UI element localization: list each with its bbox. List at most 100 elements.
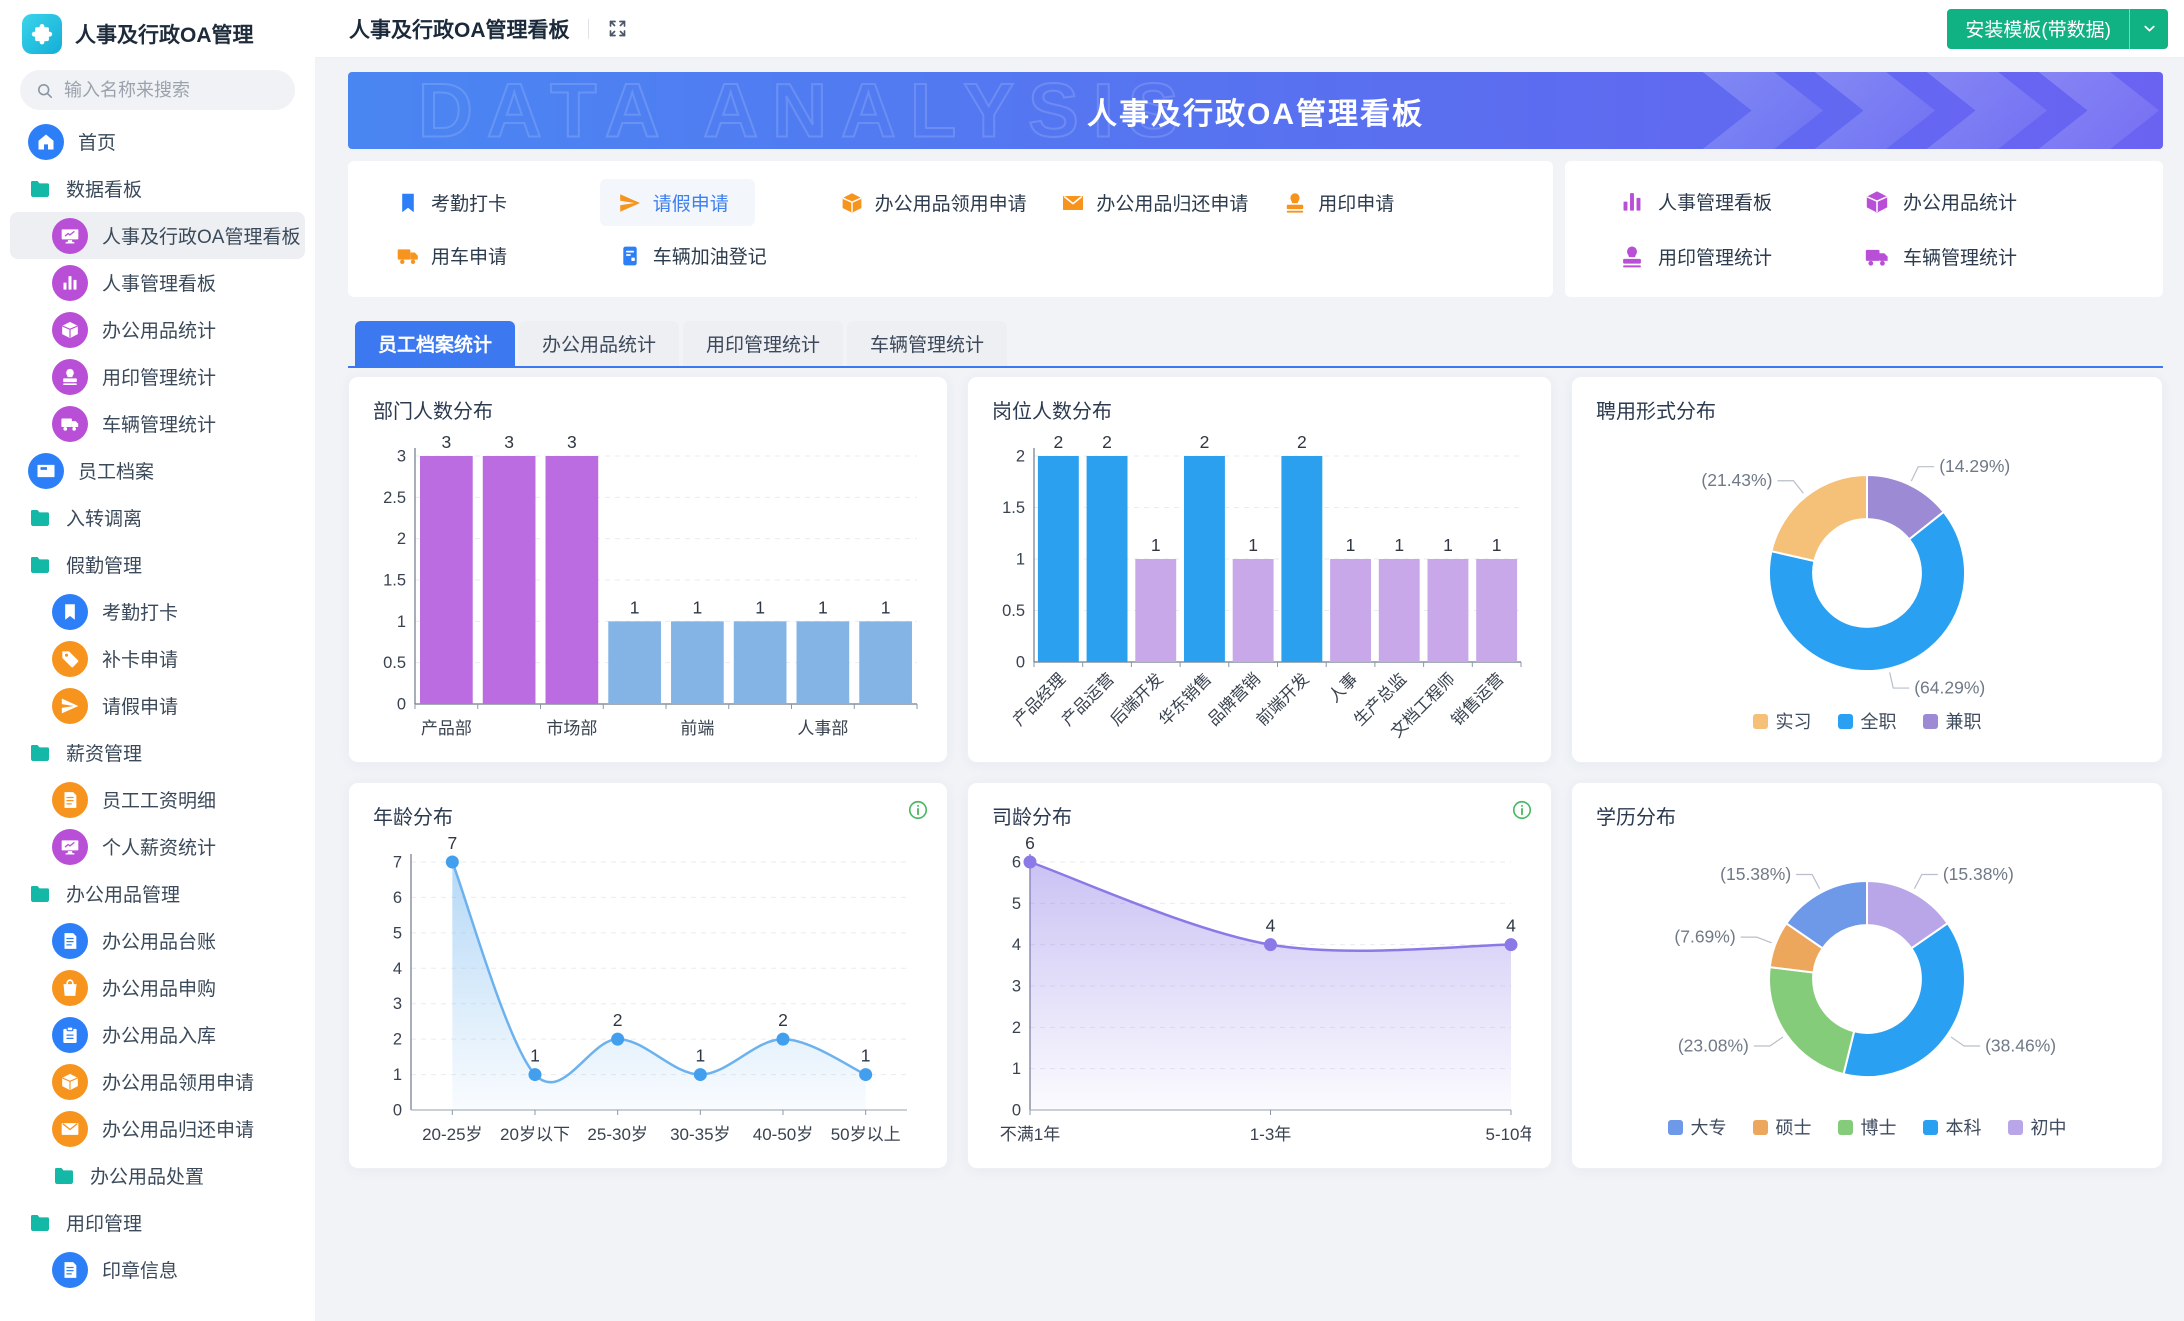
line-chart: 0123456771212120-25岁20岁以下25-30岁30-35岁40-… <box>369 836 927 1156</box>
svg-text:1: 1 <box>695 1046 705 1066</box>
tab[interactable]: 用印管理统计 <box>683 321 843 366</box>
sidebar-item-label: 薪资管理 <box>66 739 142 766</box>
sidebar-item[interactable]: 办公用品统计 <box>10 306 305 353</box>
legend-item[interactable]: 实习 <box>1753 708 1812 734</box>
truck-icon <box>1864 244 1890 270</box>
svg-text:品牌营销: 品牌营销 <box>1204 669 1264 729</box>
sidebar-item[interactable]: 办公用品处置 <box>10 1152 305 1199</box>
sidebar-item[interactable]: 办公用品台账 <box>10 917 305 964</box>
legend-item[interactable]: 博士 <box>1838 1114 1897 1140</box>
legend-item[interactable]: 本科 <box>1923 1114 1982 1140</box>
svg-text:(21.43%): (21.43%) <box>1701 470 1772 490</box>
sidebar-item[interactable]: 首页 <box>10 118 305 165</box>
svg-text:3: 3 <box>393 995 402 1013</box>
svg-text:(15.38%): (15.38%) <box>1943 864 2014 884</box>
folder-icon <box>52 1164 76 1188</box>
svg-text:0: 0 <box>397 696 406 714</box>
legend-item[interactable]: 大专 <box>1668 1114 1727 1140</box>
quick-action-button[interactable]: 用车申请 <box>396 242 507 269</box>
svg-text:(14.29%): (14.29%) <box>1939 456 2010 476</box>
sidebar-item[interactable]: 假勤管理 <box>10 541 305 588</box>
install-template-button[interactable]: 安装模板(带数据) <box>1947 9 2168 49</box>
quick-action-button[interactable]: 用印申请 <box>1283 189 1394 216</box>
tab[interactable]: 办公用品统计 <box>519 321 679 366</box>
sidebar-item[interactable]: 入转调离 <box>10 494 305 541</box>
quick-action-button[interactable]: 考勤打卡 <box>396 189 507 216</box>
sidebar-item[interactable]: 请假申请 <box>10 682 305 729</box>
statistics-tabbar: 员工档案统计办公用品统计用印管理统计车辆管理统计 <box>348 321 2163 368</box>
sidebar-item[interactable]: 考勤打卡 <box>10 588 305 635</box>
legend-swatch <box>1838 714 1853 729</box>
quick-action-button[interactable]: 办公用品归还申请 <box>1061 189 1248 216</box>
sidebar-search[interactable] <box>20 70 295 110</box>
sidebar-item[interactable]: 员工工资明细 <box>10 776 305 823</box>
svg-text:2: 2 <box>1053 432 1063 452</box>
sidebar-item-label: 假勤管理 <box>66 551 142 578</box>
chart-card: 学历分布(15.38%)(38.46%)(23.08%)(7.69%)(15.3… <box>1571 782 2163 1169</box>
fullscreen-button[interactable] <box>607 18 628 39</box>
sidebar-item[interactable]: 办公用品领用申请 <box>10 1058 305 1105</box>
svg-text:0.5: 0.5 <box>1002 602 1025 620</box>
tab[interactable]: 员工档案统计 <box>355 321 515 366</box>
sidebar-item[interactable]: 车辆管理统计 <box>10 400 305 447</box>
quick-action-label: 用车申请 <box>431 242 507 269</box>
svg-text:7: 7 <box>447 836 457 853</box>
tab[interactable]: 车辆管理统计 <box>847 321 1007 366</box>
search-input[interactable] <box>62 79 280 102</box>
svg-text:(38.46%): (38.46%) <box>1985 1036 2056 1056</box>
sidebar-item[interactable]: 人事及行政OA管理看板 <box>10 212 305 259</box>
sidebar-item[interactable]: 办公用品入库 <box>10 1011 305 1058</box>
stamp-icon <box>1283 191 1307 215</box>
svg-text:2: 2 <box>778 1010 788 1030</box>
sidebar-item-label: 人事及行政OA管理看板 <box>102 222 300 249</box>
quick-action-button[interactable]: 车辆加油登记 <box>618 242 767 269</box>
sidebar-item[interactable]: 用印管理 <box>10 1199 305 1246</box>
legend-item[interactable]: 全职 <box>1838 708 1897 734</box>
dashboard-shortcut[interactable]: 人事管理看板 <box>1619 188 1864 215</box>
svg-text:3: 3 <box>504 432 514 452</box>
folder-icon <box>28 553 52 577</box>
bookmark-icon <box>396 191 420 215</box>
sidebar-item-label: 办公用品领用申请 <box>102 1068 254 1095</box>
svg-text:0.5: 0.5 <box>383 654 406 672</box>
quick-action-button[interactable]: 请假申请 <box>600 179 755 226</box>
barchart-icon <box>52 265 88 301</box>
svg-text:产品部: 产品部 <box>421 719 472 738</box>
sidebar-item[interactable]: 数据看板 <box>10 165 305 212</box>
sidebar-item[interactable]: 员工档案 <box>10 447 305 494</box>
legend-item[interactable]: 兼职 <box>1923 708 1982 734</box>
svg-text:6: 6 <box>1012 854 1021 872</box>
legend-label: 全职 <box>1861 708 1897 734</box>
svg-text:4: 4 <box>1506 916 1516 936</box>
install-dropdown-button[interactable] <box>2130 20 2168 37</box>
sidebar-item[interactable]: 用印管理统计 <box>10 353 305 400</box>
mail-icon <box>52 1111 88 1147</box>
svg-text:1: 1 <box>861 1046 871 1066</box>
sidebar-item[interactable]: 办公用品管理 <box>10 870 305 917</box>
bar-chart: 00.511.522212121111产品经理产品运营后端开发华东销售品牌营销前… <box>988 430 1531 750</box>
svg-text:6: 6 <box>1025 836 1035 853</box>
dashboard-shortcut[interactable]: 办公用品统计 <box>1864 188 2109 215</box>
svg-text:0: 0 <box>1012 1102 1021 1120</box>
svg-text:7: 7 <box>393 854 402 872</box>
sidebar-item[interactable]: 补卡申请 <box>10 635 305 682</box>
dashboard-shortcut[interactable]: 车辆管理统计 <box>1864 243 2109 270</box>
svg-text:1: 1 <box>755 597 765 617</box>
topbar-divider <box>588 19 589 39</box>
legend-item[interactable]: 硕士 <box>1753 1114 1812 1140</box>
sidebar-item[interactable]: 印章信息 <box>10 1246 305 1293</box>
quick-access-row: 考勤打卡 请假申请 办公用品领用申请 办公用品归还申请 用印申请用车申请 车辆加油登记 人… <box>348 161 2163 297</box>
sidebar-item[interactable]: 人事管理看板 <box>10 259 305 306</box>
sidebar-item[interactable]: 薪资管理 <box>10 729 305 776</box>
sidebar-item-label: 首页 <box>78 128 116 155</box>
sidebar-item-label: 用印管理 <box>66 1209 142 1236</box>
quick-action-button[interactable]: 办公用品领用申请 <box>840 189 1027 216</box>
info-icon[interactable] <box>1511 799 1533 821</box>
dashboard-shortcut[interactable]: 用印管理统计 <box>1619 243 1864 270</box>
legend-item[interactable]: 初中 <box>2008 1114 2067 1140</box>
svg-text:销售运营: 销售运营 <box>1447 669 1507 729</box>
sidebar-item[interactable]: 办公用品申购 <box>10 964 305 1011</box>
sidebar-item[interactable]: 办公用品归还申请 <box>10 1105 305 1152</box>
info-icon[interactable] <box>907 799 929 821</box>
sidebar-item[interactable]: 个人薪资统计 <box>10 823 305 870</box>
